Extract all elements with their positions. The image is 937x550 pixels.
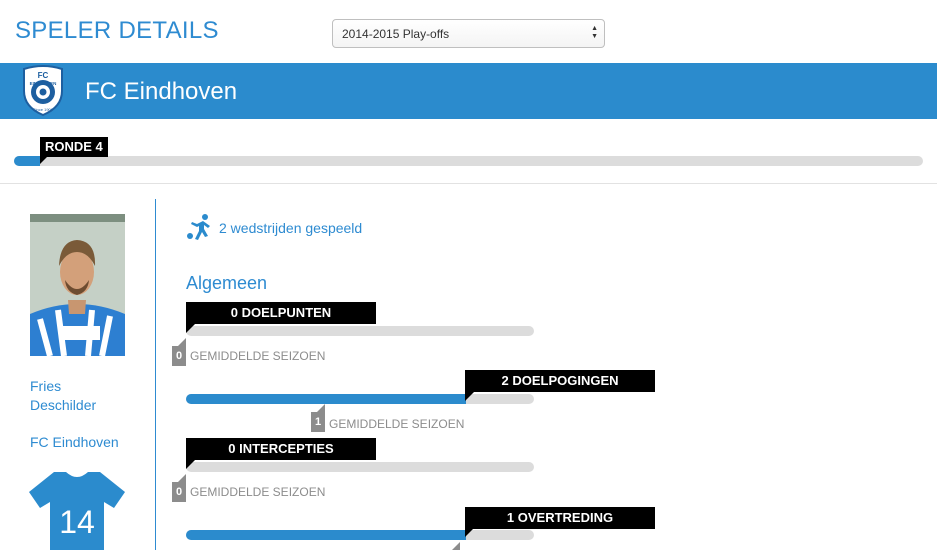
average-text-goals: GEMIDDELDE SEIZOEN <box>190 349 326 363</box>
select-arrows-icon: ▲ ▼ <box>591 25 598 40</box>
stat-label-goals: 0 DOELPUNTEN <box>186 302 376 324</box>
club-logo-text-mid: EINDHOVEN <box>30 81 57 86</box>
club-name: FC Eindhoven <box>85 78 238 105</box>
page: SPELER DETAILS 2014-2015 Play-offs ▲ ▼ FC… <box>0 0 937 550</box>
stat-label-shots: 2 DOELPOGINGEN <box>465 370 655 392</box>
average-pointer <box>452 542 460 550</box>
club-logo-text-bottom: Since 1909 <box>33 107 54 112</box>
club-header-bar: FC EINDHOVEN Since 1909 FC Eindhoven <box>0 63 937 119</box>
section-title-general: Algemeen <box>186 273 268 293</box>
average-text-interceptions: GEMIDDELDE SEIZOEN <box>190 485 326 499</box>
player-club: FC Eindhoven <box>30 434 119 450</box>
round-progress-fill <box>14 156 40 166</box>
stat-label-pointer <box>465 528 474 537</box>
average-value-interceptions: 0 <box>172 482 186 502</box>
average-text-shots: GEMIDDELDE SEIZOEN <box>329 417 465 431</box>
stat-label-pointer <box>186 324 195 333</box>
average-pointer <box>178 338 186 346</box>
season-select-value: 2014-2015 Play-offs <box>342 27 450 41</box>
vertical-divider <box>155 199 156 550</box>
divider <box>0 183 937 184</box>
average-pointer <box>317 404 325 412</box>
stat-label-pointer <box>465 392 474 401</box>
stat-track-goals <box>186 326 534 336</box>
stat-track-interceptions <box>186 462 534 472</box>
stat-label-fouls: 1 OVERTREDING <box>465 507 655 529</box>
stat-label-pointer <box>186 460 195 469</box>
average-pointer <box>178 474 186 482</box>
round-label-pointer <box>40 156 48 164</box>
club-logo: FC EINDHOVEN Since 1909 <box>23 65 63 117</box>
football-player-icon <box>187 214 210 240</box>
player-photo <box>30 214 125 356</box>
average-value-goals: 0 <box>172 346 186 366</box>
player-photo-image <box>30 214 125 356</box>
stat-label-interceptions: 0 INTERCEPTIES <box>186 438 376 460</box>
stat-fill-fouls <box>186 530 466 540</box>
stat-fill-shots <box>186 394 466 404</box>
player-first-name: Fries <box>30 378 62 394</box>
page-title: SPELER DETAILS <box>15 17 219 44</box>
round-label: RONDE 4 <box>40 137 108 157</box>
club-logo-text-top: FC <box>38 71 49 80</box>
season-select[interactable]: 2014-2015 Play-offs ▲ ▼ <box>332 19 605 48</box>
player-name: Fries Deschilder <box>30 377 130 415</box>
round-progress-track <box>14 156 923 166</box>
player-last-name: Deschilder <box>30 397 97 413</box>
shirt-number: 14 <box>59 504 95 540</box>
average-value-shots: 1 <box>311 412 325 432</box>
matches-played-text: 2 wedstrijden gespeeld <box>219 220 363 236</box>
